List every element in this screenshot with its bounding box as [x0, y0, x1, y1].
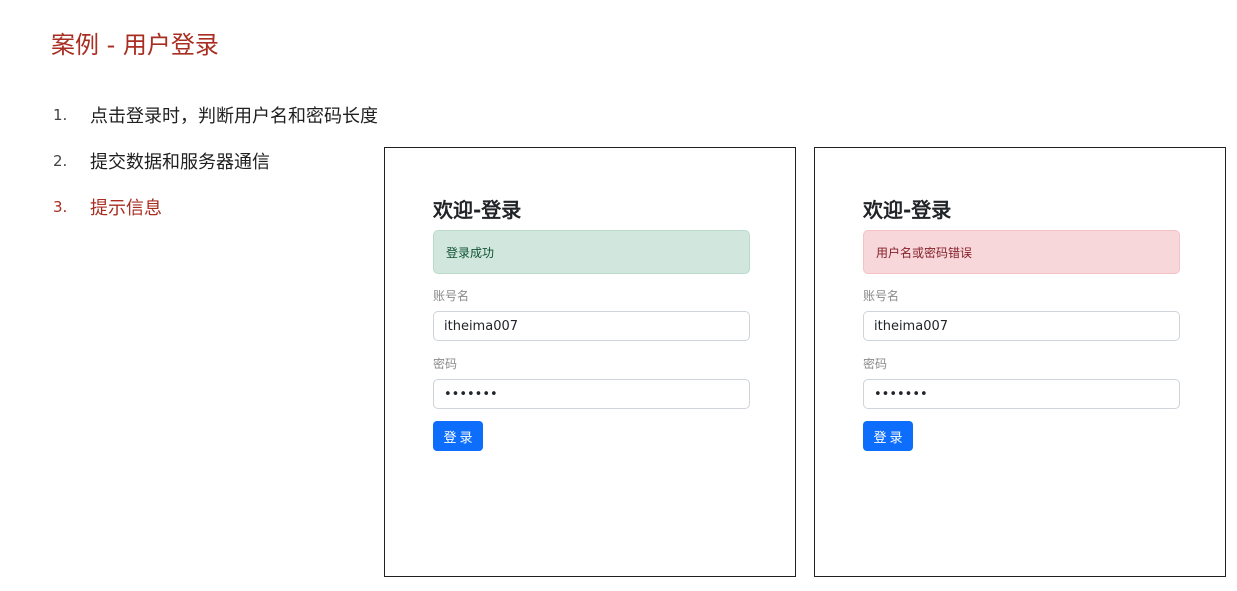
step-item: 1. 点击登录时，判断用户名和密码长度 — [53, 92, 378, 138]
login-panel-success: 欢迎-登录 登录成功 账号名 密码 登录 — [384, 147, 796, 577]
success-alert: 登录成功 — [433, 230, 750, 274]
username-input[interactable] — [863, 311, 1180, 341]
login-heading: 欢迎-登录 — [863, 198, 952, 222]
slide-title: 案例 - 用户登录 — [51, 31, 219, 59]
step-list: 1. 点击登录时，判断用户名和密码长度 2. 提交数据和服务器通信 3. 提示信… — [53, 92, 378, 230]
step-number: 1. — [53, 106, 68, 124]
login-form: 欢迎-登录 用户名或密码错误 账号名 密码 登录 — [863, 196, 1180, 451]
username-label: 账号名 — [433, 289, 470, 303]
username-label: 账号名 — [863, 289, 900, 303]
step-item: 2. 提交数据和服务器通信 — [53, 138, 378, 184]
step-number: 2. — [53, 152, 68, 170]
login-button[interactable]: 登录 — [433, 421, 483, 451]
step-number: 3. — [53, 198, 68, 216]
password-input[interactable] — [863, 379, 1180, 409]
username-input[interactable] — [433, 311, 750, 341]
step-text: 提示信息 — [90, 198, 162, 219]
step-text: 提交数据和服务器通信 — [90, 152, 270, 173]
step-text: 点击登录时，判断用户名和密码长度 — [90, 106, 378, 127]
password-label: 密码 — [863, 357, 888, 371]
login-button[interactable]: 登录 — [863, 421, 913, 451]
error-alert: 用户名或密码错误 — [863, 230, 1180, 274]
login-heading: 欢迎-登录 — [433, 198, 522, 222]
password-label: 密码 — [433, 357, 458, 371]
login-form: 欢迎-登录 登录成功 账号名 密码 登录 — [433, 196, 750, 451]
password-input[interactable] — [433, 379, 750, 409]
login-panel-error: 欢迎-登录 用户名或密码错误 账号名 密码 登录 — [814, 147, 1226, 577]
step-item-highlighted: 3. 提示信息 — [53, 184, 378, 230]
